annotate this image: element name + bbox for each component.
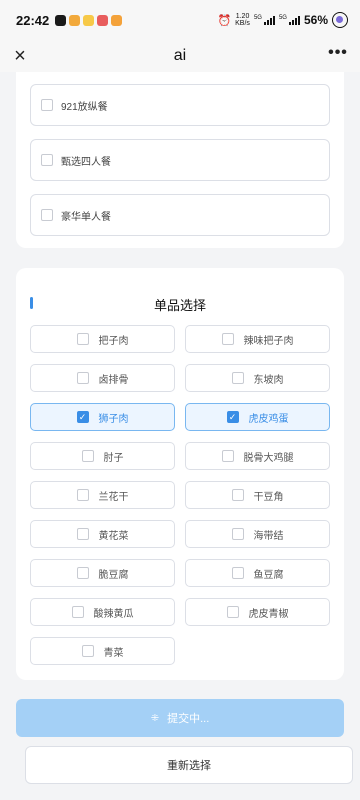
close-icon[interactable]: × [9,45,31,67]
reset-label: 重新选择 [167,760,211,772]
combo-option[interactable]: 甄选四人餐 [30,139,330,181]
battery-level: 56% [303,13,328,27]
checkbox-icon[interactable] [231,372,244,384]
single-item-label: 脱骨大鸡腿 [243,452,294,464]
checkbox-icon[interactable] [76,372,89,384]
single-item-option[interactable]: 海带结 [185,520,330,548]
checkbox-checked-icon[interactable]: ✓ [226,411,239,423]
signal-icon: 5G [279,15,300,25]
app-notification-icon [83,14,95,26]
app-notification-icon [55,14,67,26]
checkbox-icon[interactable] [231,567,244,579]
single-item-label: 脆豆腐 [98,569,129,581]
single-item-option[interactable]: 青菜 [30,637,175,665]
single-item-label: 海带结 [253,530,284,542]
single-item-option[interactable]: 肘子 [30,442,175,470]
single-item-label: 干豆角 [253,491,284,503]
status-indicators: ⏰ 1.20 KB/s 5G 5G 56% [217,12,348,28]
single-item-label: 狮子肉 [98,413,129,425]
single-item-option[interactable]: 脆豆腐 [30,559,175,587]
app-notification-icon [111,14,123,26]
single-item-option[interactable]: 黄花菜 [30,520,175,548]
nav-bar: × ai ••• [0,40,360,72]
reset-button[interactable]: 重新选择 [25,746,353,784]
single-item-option[interactable]: 东坡肉 [185,364,330,392]
single-item-option[interactable]: 鱼豆腐 [185,559,330,587]
single-item-option[interactable]: 兰花干 [30,481,175,509]
combo-label: 甄选四人餐 [61,156,111,168]
single-item-label: 青菜 [103,647,124,659]
single-item-label: 肘子 [103,452,124,464]
notification-icons [55,14,123,26]
single-item-label: 酸辣黄瓜 [93,608,134,620]
signal-icon: 5G [254,15,275,25]
section-title: 单品选择 [153,298,206,313]
loading-spinner-icon: ⁜ [150,712,160,724]
content-scroll[interactable]: 921放纵餐 甄选四人餐 豪华单人餐 单品选择 把子肉 辣味把子肉 卤排骨 东坡… [0,72,360,800]
single-item-option[interactable]: 酸辣黄瓜 [30,598,175,626]
checkbox-icon[interactable] [221,450,234,462]
single-item-label: 黄花菜 [98,530,129,542]
checkbox-icon[interactable] [231,528,244,540]
network-type-label: 5G [278,15,287,21]
single-item-label: 鱼豆腐 [253,569,284,581]
checkbox-icon[interactable] [231,489,244,501]
checkbox-icon[interactable] [41,154,53,166]
app-notification-icon [69,14,81,26]
checkbox-icon[interactable] [41,209,53,221]
single-item-option[interactable]: ✓ 虎皮鸡蛋 [185,403,330,431]
battery-icon [332,12,348,28]
single-item-label: 东坡肉 [253,374,284,386]
submit-label: 提交中... [167,713,210,725]
single-item-label: 把子肉 [98,335,129,347]
network-speed-unit: KB/s [235,20,250,27]
checkbox-icon[interactable] [71,606,84,618]
checkbox-icon[interactable] [76,489,89,501]
app-notification-icon [97,14,109,26]
checkbox-icon[interactable] [76,567,89,579]
checkbox-icon[interactable] [226,606,239,618]
alarm-icon: ⏰ [217,14,232,27]
combo-card: 921放纵餐 甄选四人餐 豪华单人餐 [16,72,344,248]
combo-option[interactable]: 豪华单人餐 [30,194,330,236]
single-item-option[interactable]: ✓ 狮子肉 [30,403,175,431]
single-item-label: 卤排骨 [98,374,129,386]
single-item-option[interactable]: 辣味把子肉 [185,325,330,353]
checkbox-icon[interactable] [221,333,234,345]
single-item-option[interactable]: 脱骨大鸡腿 [185,442,330,470]
network-type-label: 5G [253,15,262,21]
single-item-option[interactable]: 卤排骨 [30,364,175,392]
checkbox-icon[interactable] [76,333,89,345]
checkbox-icon[interactable] [76,528,89,540]
page-title: ai [173,47,187,64]
single-item-card: 单品选择 把子肉 辣味把子肉 卤排骨 东坡肉 ✓ 狮子肉 ✓ 虎皮鸡蛋 肘子 脱… [16,268,344,680]
single-item-label: 虎皮青椒 [248,608,289,620]
more-options-icon[interactable]: ••• [326,44,350,66]
single-item-label: 兰花干 [98,491,129,503]
status-bar: 22:42 ⏰ 1.20 KB/s 5G 5G 56% [0,0,360,40]
single-item-option[interactable]: 干豆角 [185,481,330,509]
single-item-option[interactable]: 虎皮青椒 [185,598,330,626]
checkbox-icon[interactable] [81,450,94,462]
network-speed: 1.20 KB/s [235,13,250,27]
single-item-label: 辣味把子肉 [243,335,294,347]
status-time: 22:42 [16,12,50,28]
combo-label: 921放纵餐 [61,101,108,113]
checkbox-icon[interactable] [81,645,94,657]
single-item-option[interactable]: 把子肉 [30,325,175,353]
checkbox-icon[interactable] [41,99,53,111]
combo-label: 豪华单人餐 [61,211,111,223]
network-speed-value: 1.20 [235,13,250,20]
combo-option[interactable]: 921放纵餐 [30,84,330,126]
checkbox-checked-icon[interactable]: ✓ [76,411,89,423]
submit-button[interactable]: ⁜ 提交中... [16,699,344,737]
single-item-label: 虎皮鸡蛋 [248,413,289,425]
